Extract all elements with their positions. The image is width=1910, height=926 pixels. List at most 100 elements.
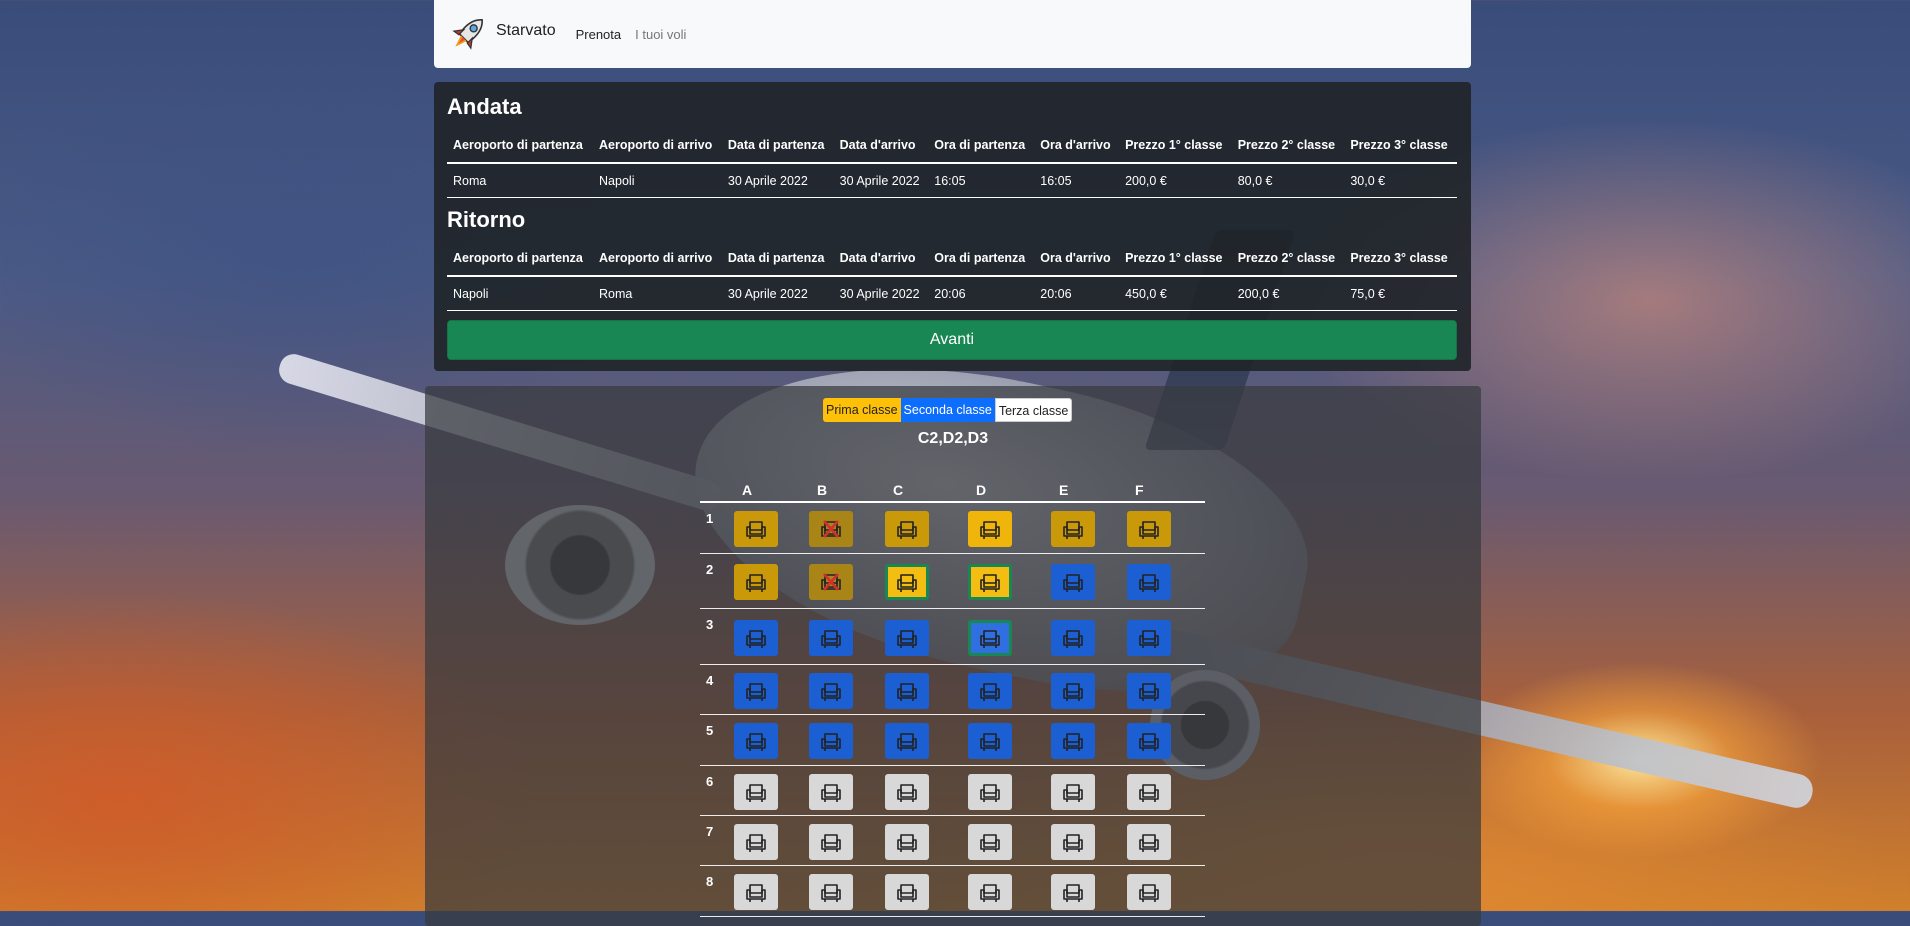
seat-f7[interactable] (1127, 824, 1171, 860)
next-button[interactable]: Avanti (447, 320, 1457, 360)
seat-a5[interactable] (734, 723, 778, 759)
seat-c1[interactable] (885, 511, 929, 547)
armchair-icon (894, 569, 920, 595)
seat-e6[interactable] (1051, 774, 1095, 810)
seat-d7[interactable] (968, 824, 1012, 860)
seat-c7[interactable] (885, 824, 929, 860)
seat-f5[interactable] (1127, 723, 1171, 759)
armchair-icon (1060, 625, 1086, 651)
row-label: 8 (706, 874, 714, 889)
seat-d1[interactable] (968, 511, 1012, 547)
armchair-icon (977, 625, 1003, 651)
seat-row-5: 5 (700, 715, 1205, 766)
seat-a3[interactable] (734, 620, 778, 656)
armchair-icon (1060, 569, 1086, 595)
seat-b7[interactable] (809, 824, 853, 860)
brand-link[interactable]: Starvato (444, 10, 556, 58)
seat-b3[interactable] (809, 620, 853, 656)
seat-e1[interactable] (1051, 511, 1095, 547)
row-label: 4 (706, 673, 714, 688)
table-cell: 75,0 € (1344, 276, 1457, 311)
x-mark-icon (818, 516, 844, 542)
seat-a1[interactable] (734, 511, 778, 547)
outbound-title: Andata (447, 94, 522, 119)
seat-f1[interactable] (1127, 511, 1171, 547)
table-cell: 30 Aprile 2022 (721, 276, 834, 311)
nav-link-prenota[interactable]: Prenota (576, 27, 622, 42)
seat-f3[interactable] (1127, 620, 1171, 656)
armchair-icon (894, 829, 920, 855)
armchair-icon (743, 625, 769, 651)
table-cell: 20:06 (928, 276, 1035, 311)
armchair-icon (743, 879, 769, 905)
seat-b6[interactable] (809, 774, 853, 810)
armchair-icon (818, 779, 844, 805)
seat-b4[interactable] (809, 673, 853, 709)
table-cell: 200,0 € (1119, 163, 1232, 198)
column-header: Ora di partenza (928, 241, 1035, 277)
brand-name: Starvato (496, 22, 556, 39)
seat-b5[interactable] (809, 723, 853, 759)
seat-d5[interactable] (968, 723, 1012, 759)
table-cell: 30 Aprile 2022 (833, 163, 929, 198)
seat-c8[interactable] (885, 874, 929, 910)
nav-link-tuoi-voli[interactable]: I tuoi voli (635, 27, 686, 42)
seat-d6[interactable] (968, 774, 1012, 810)
column-label-f: F (1135, 482, 1144, 498)
seat-e8[interactable] (1051, 874, 1095, 910)
seat-a4[interactable] (734, 673, 778, 709)
seat-d2[interactable] (968, 564, 1012, 600)
seat-row-8: 8 (700, 866, 1205, 917)
outbound-table: Aeroporto di partenza Aeroporto di arrivo… (447, 128, 1457, 198)
table-cell: 16:05 (928, 163, 1035, 198)
column-header: Aeroporto di arrivo (593, 241, 722, 277)
seat-d3[interactable] (968, 620, 1012, 656)
seat-e2[interactable] (1051, 564, 1095, 600)
seat-e4[interactable] (1051, 673, 1095, 709)
armchair-icon (1136, 779, 1162, 805)
seat-f8[interactable] (1127, 874, 1171, 910)
column-header: Prezzo 2° classe (1231, 128, 1345, 164)
column-header: Ora di partenza (928, 128, 1035, 164)
row-label: 3 (706, 617, 714, 632)
column-header: Prezzo 3° classe (1344, 128, 1457, 164)
seat-row-2: 2 (700, 554, 1205, 609)
seat-b2 (809, 564, 853, 600)
seat-d8[interactable] (968, 874, 1012, 910)
seat-a2[interactable] (734, 564, 778, 600)
row-label: 2 (706, 562, 714, 577)
seat-f2[interactable] (1127, 564, 1171, 600)
seat-f6[interactable] (1127, 774, 1171, 810)
seat-selection-panel: Prima classe Seconda classe Terza classe… (425, 386, 1481, 926)
table-cell: Napoli (593, 163, 722, 198)
seat-a8[interactable] (734, 874, 778, 910)
seat-c4[interactable] (885, 673, 929, 709)
armchair-icon (818, 728, 844, 754)
seat-c3[interactable] (885, 620, 929, 656)
seat-b8[interactable] (809, 874, 853, 910)
seat-f4[interactable] (1127, 673, 1171, 709)
class-legend: Prima classe Seconda classe Terza classe (823, 398, 1073, 422)
seat-c6[interactable] (885, 774, 929, 810)
seat-e5[interactable] (1051, 723, 1095, 759)
row-label: 6 (706, 774, 714, 789)
seat-e7[interactable] (1051, 824, 1095, 860)
table-cell: 80,0 € (1231, 163, 1345, 198)
row-label: 5 (706, 723, 714, 738)
table-cell: 200,0 € (1231, 276, 1345, 311)
armchair-icon (1060, 678, 1086, 704)
seat-a7[interactable] (734, 824, 778, 860)
seat-c2[interactable] (885, 564, 929, 600)
legend-third-class: Terza classe (994, 398, 1073, 422)
column-header: Data d'arrivo (833, 128, 929, 164)
seat-d4[interactable] (968, 673, 1012, 709)
seat-e3[interactable] (1051, 620, 1095, 656)
column-header: Aeroporto di partenza (447, 128, 594, 164)
column-header: Ora d'arrivo (1034, 241, 1120, 277)
armchair-icon (818, 829, 844, 855)
armchair-icon (1136, 879, 1162, 905)
seat-a6[interactable] (734, 774, 778, 810)
column-header: Data di partenza (721, 128, 834, 164)
armchair-icon (894, 728, 920, 754)
seat-c5[interactable] (885, 723, 929, 759)
